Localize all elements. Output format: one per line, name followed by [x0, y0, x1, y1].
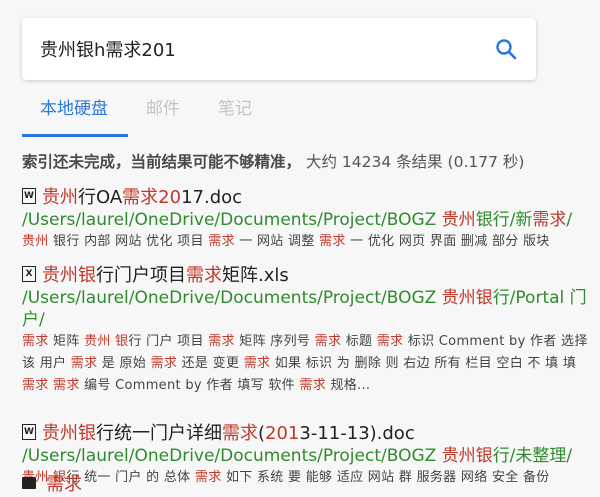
search-input[interactable]: [40, 18, 460, 80]
folder-icon: [22, 477, 36, 489]
text-segment: 矩阵: [48, 334, 85, 349]
match-highlight: 需求: [70, 356, 98, 371]
match-highlight: 贵州 银: [84, 334, 129, 349]
tab-mail[interactable]: 邮件: [146, 92, 180, 138]
match-highlight: 需求: [150, 356, 178, 371]
text-segment: 7.doc: [192, 187, 243, 208]
result-list: W 贵州行OA需求2017.doc/Users/laurel/OneDrive/D…: [22, 183, 590, 497]
excel-file-icon: X: [22, 266, 36, 282]
result-item[interactable]: W 贵州行OA需求2017.doc/Users/laurel/OneDrive/D…: [22, 183, 590, 253]
partial-result[interactable]: 需求: [22, 470, 82, 496]
active-tab-indicator: [22, 134, 128, 137]
match-highlight: 需求 需求: [22, 378, 80, 393]
match-highlight: 201: [265, 423, 300, 444]
text-segment: 一 优化 网页 界面 删减 部分 版块: [345, 234, 550, 249]
result-snippet: 贵州 银行 统一 门户 的 总体 需求 如下 系统 要 能够 适应 网站 群 服…: [22, 467, 590, 489]
text-segment: /Users/laurel/OneDrive/Documents/Project…: [22, 446, 442, 466]
result-title[interactable]: X 贵州银行门户项目需求矩阵.xls: [22, 261, 590, 287]
source-tabs: 本地硬盘 邮件 笔记: [22, 92, 582, 138]
match-highlight: 需求: [243, 356, 271, 371]
search-icon[interactable]: [494, 37, 518, 61]
text-segment: 行/未整理/: [492, 446, 573, 466]
match-highlight: 贵州: [441, 210, 476, 230]
result-path[interactable]: /Users/laurel/OneDrive/Documents/Project…: [22, 445, 590, 467]
text-segment: 行 门户 项目: [128, 334, 209, 349]
match-highlight: 贵州银: [441, 446, 493, 466]
match-highlight: 贵州: [22, 234, 49, 249]
text-segment: 一 网站 调整: [234, 234, 320, 249]
text-segment: 行门户项目: [96, 265, 186, 286]
result-snippet: 需求 矩阵 贵州 银行 门户 项目 需求 矩阵 序列号 需求 标题 需求 标识 …: [22, 331, 590, 397]
word-file-icon: W: [22, 424, 36, 440]
text-segment: 编号 Comment by 作者 填写 软件: [79, 378, 300, 393]
result-path[interactable]: /Users/laurel/OneDrive/Documents/Project…: [22, 287, 590, 331]
match-highlight: 贵州银: [441, 288, 493, 308]
text-segment: /Users/laurel/OneDrive/Documents/Project…: [22, 288, 442, 308]
search-box: [22, 18, 536, 80]
result-count: 大约 14234 条结果 (0.177 秒): [305, 153, 525, 171]
result-snippet: 贵州 银行 内部 网站 优化 项目 需求 一 网站 调整 需求 一 优化 网页 …: [22, 231, 590, 253]
result-title-text: 贵州银行门户项目需求矩阵.xls: [42, 261, 289, 287]
index-notice: 索引还未完成，当前结果可能不够精准，: [22, 153, 302, 171]
text-segment: 矩阵 序列号: [234, 334, 315, 349]
result-title-text: 贵州行OA需求2017.doc: [42, 183, 242, 209]
result-title-text: 贵州银行统一门户详细需求(2013-11-13).doc: [42, 419, 415, 445]
text-segment: 矩阵.xls: [222, 265, 289, 286]
text-segment: 是 原始: [97, 356, 151, 371]
text-segment: 3-11-13).doc: [299, 423, 415, 444]
partial-result-title: 需求: [46, 474, 82, 495]
match-highlight: 需求: [122, 187, 159, 208]
match-highlight: 需求: [532, 210, 567, 230]
match-highlight: 需求: [376, 334, 404, 349]
match-highlight: 20: [158, 187, 182, 208]
match-highlight: 贵州银: [42, 423, 96, 444]
match-highlight: 需求: [208, 334, 235, 349]
match-highlight: 需求: [208, 234, 235, 249]
result-status: 索引还未完成，当前结果可能不够精准， 大约 14234 条结果 (0.177 秒…: [22, 150, 592, 172]
tab-notes[interactable]: 笔记: [218, 92, 252, 138]
tab-local-disk[interactable]: 本地硬盘: [40, 92, 108, 138]
result-title[interactable]: W 贵州银行统一门户详细需求(2013-11-13).doc: [22, 419, 590, 445]
text-segment: 行OA: [78, 187, 123, 208]
match-highlight: 贵州银: [42, 265, 96, 286]
text-segment: 标题: [341, 334, 377, 349]
text-segment: 1: [181, 187, 193, 208]
text-segment: /Users/laurel/OneDrive/Documents/Project…: [22, 210, 442, 230]
text-segment: /新: [509, 210, 533, 230]
match-highlight: 需求: [186, 265, 222, 286]
text-segment: 规格...: [326, 378, 371, 393]
text-segment: 还是 变更: [177, 356, 244, 371]
result-title[interactable]: W 贵州行OA需求2017.doc: [22, 183, 590, 209]
text-segment: (: [258, 423, 266, 444]
match-highlight: 需求: [222, 423, 258, 444]
match-highlight: 贵州: [42, 187, 78, 208]
text-segment: 银行 内部 网站 优化 项目: [48, 234, 209, 249]
result-item[interactable]: W 贵州银行统一门户详细需求(2013-11-13).doc/Users/laur…: [22, 419, 590, 489]
result-path[interactable]: /Users/laurel/OneDrive/Documents/Project…: [22, 209, 590, 231]
result-item[interactable]: X 贵州银行门户项目需求矩阵.xls/Users/laurel/OneDrive/…: [22, 261, 590, 397]
word-file-icon: W: [22, 188, 36, 204]
match-highlight: 需求: [22, 334, 49, 349]
text-segment: 银行: [475, 210, 510, 230]
text-segment: 行统一门户详细: [96, 423, 222, 444]
match-highlight: 需求: [319, 234, 346, 249]
text-segment: /: [566, 210, 573, 230]
text-segment: 如果 标识 为 删除 则 右边 所有 栏目 空白 不 填 填: [270, 356, 577, 371]
match-highlight: 需求: [299, 378, 327, 393]
match-highlight: 需求: [314, 334, 342, 349]
